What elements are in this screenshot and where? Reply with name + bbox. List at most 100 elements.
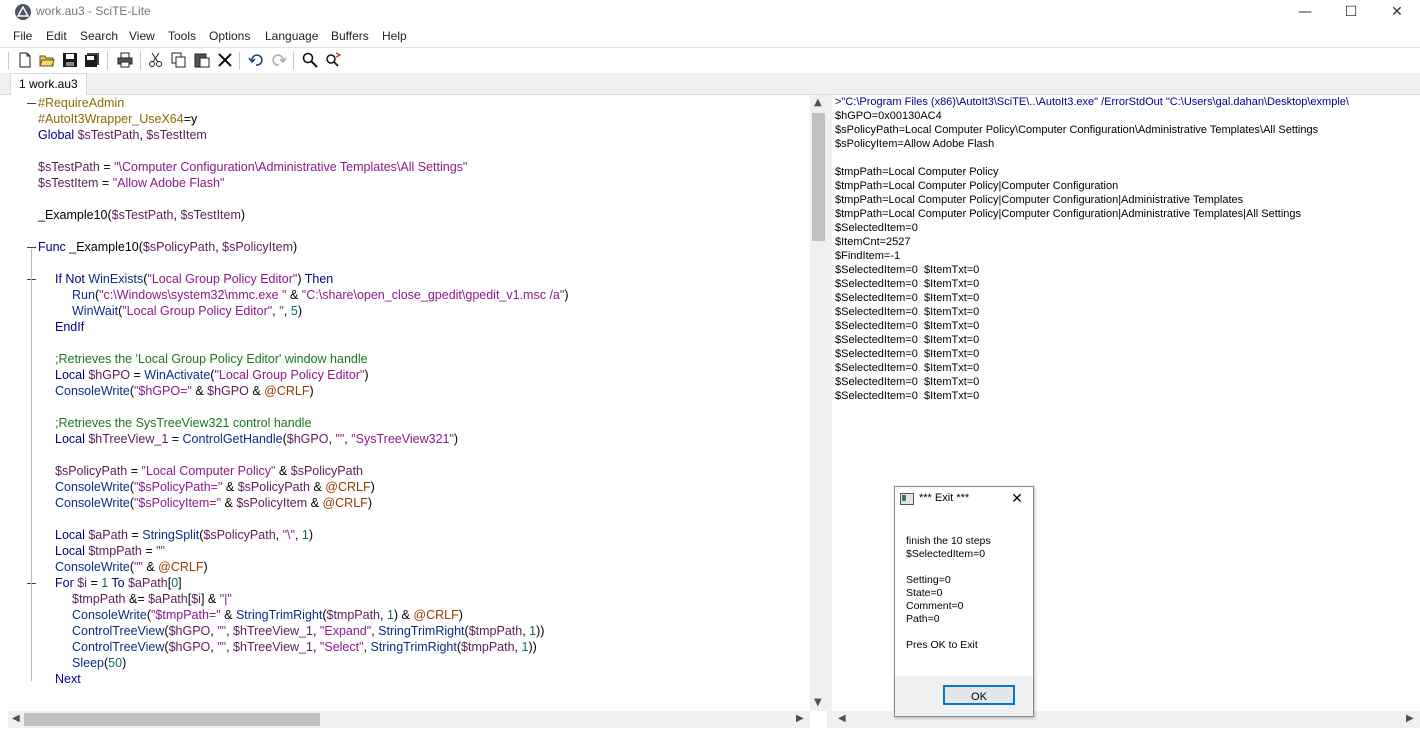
code-token: $sTestItem bbox=[38, 176, 99, 190]
code-line[interactable]: #RequireAdmin bbox=[38, 95, 124, 111]
scroll-up-icon[interactable]: ▲ bbox=[814, 97, 822, 108]
editor-vertical-scrollbar[interactable]: ▲ ▼ bbox=[810, 95, 827, 711]
code-line[interactable]: Local $tmpPath = "" bbox=[55, 543, 165, 559]
code-line[interactable]: For $i = 1 To $aPath[0] bbox=[55, 575, 182, 591]
code-line[interactable]: EndIf bbox=[55, 319, 84, 335]
code-line[interactable]: ConsoleWrite("$sPolicyItem=" & $sPolicyI… bbox=[55, 495, 372, 511]
print-icon[interactable] bbox=[115, 50, 135, 70]
code-line[interactable]: Func _Example10($sPolicyPath, $sPolicyIt… bbox=[38, 239, 297, 255]
code-line[interactable]: Local $hTreeView_1 = ControlGetHandle($h… bbox=[55, 431, 458, 447]
code-token: ControlTreeView bbox=[72, 640, 165, 654]
replace-icon[interactable] bbox=[323, 50, 343, 70]
menu-buffers[interactable]: Buffers bbox=[331, 29, 369, 43]
code-line[interactable]: If Not WinExists("Local Group Policy Edi… bbox=[55, 271, 333, 287]
code-line[interactable]: ConsoleWrite("$sPolicyPath=" & $sPolicyP… bbox=[55, 479, 375, 495]
editor-vertical-scroll-thumb[interactable] bbox=[812, 113, 825, 241]
code-token: = bbox=[99, 160, 115, 174]
save-all-icon[interactable] bbox=[82, 50, 102, 70]
code-line[interactable]: Local $hGPO = WinActivate("Local Group P… bbox=[55, 367, 369, 383]
code-line[interactable]: $tmpPath &= $aPath[$i] & "|" bbox=[72, 591, 232, 607]
code-token: = bbox=[130, 368, 145, 382]
output-line: $ItemCnt=2527 bbox=[835, 236, 911, 248]
copy-icon[interactable] bbox=[169, 50, 189, 70]
code-token: = bbox=[98, 176, 113, 190]
paste-icon[interactable] bbox=[192, 50, 212, 70]
menu-edit[interactable]: Edit bbox=[46, 29, 67, 43]
delete-icon[interactable] bbox=[215, 50, 235, 70]
scroll-right-icon[interactable]: ▶ bbox=[796, 713, 804, 724]
code-line[interactable]: ;Retrieves the 'Local Group Policy Edito… bbox=[55, 351, 368, 367]
save-icon[interactable] bbox=[60, 50, 80, 70]
code-token: 1 bbox=[301, 528, 309, 542]
fold-collapse-icon[interactable] bbox=[27, 247, 36, 248]
code-line[interactable]: ConsoleWrite("$hGPO=" & $hGPO & @CRLF) bbox=[55, 383, 314, 399]
dialog-text-line: Setting=0 bbox=[906, 574, 951, 586]
code-line[interactable]: $sPolicyPath = "Local Computer Policy" &… bbox=[55, 463, 363, 479]
maximize-button[interactable]: ☐ bbox=[1328, 0, 1374, 24]
code-token: , bbox=[226, 640, 234, 654]
code-line[interactable]: ControlTreeView($hGPO, "", $hTreeView_1,… bbox=[72, 623, 544, 639]
code-token: $aPath bbox=[88, 528, 128, 542]
scroll-down-icon[interactable]: ▼ bbox=[814, 697, 822, 708]
code-editor[interactable]: #RequireAdmin #AutoIt3Wrapper_UseX64=y Glo… bbox=[8, 95, 810, 711]
code-line[interactable]: _Example10($sTestPath, $sTestItem) bbox=[38, 207, 245, 223]
scroll-left-icon[interactable]: ◀ bbox=[12, 713, 20, 724]
menu-language[interactable]: Language bbox=[265, 29, 318, 43]
code-token: & bbox=[307, 496, 323, 510]
undo-icon[interactable] bbox=[246, 50, 266, 70]
code-line[interactable]: ;Retrieves the SysTreeView321 control ha… bbox=[55, 415, 311, 431]
editor-horizontal-scrollbar[interactable]: ◀ ▶ bbox=[8, 711, 810, 728]
code-token: )) bbox=[536, 624, 545, 638]
code-line[interactable]: $sTestItem = "Allow Adobe Flash" bbox=[38, 175, 224, 191]
menu-search[interactable]: Search bbox=[80, 29, 118, 43]
code-line[interactable]: ControlTreeView($hGPO, "", $hTreeView_1,… bbox=[72, 639, 537, 655]
toolbar-separator bbox=[8, 52, 9, 70]
menu-view[interactable]: View bbox=[129, 29, 155, 43]
code-token: StringTrimRight bbox=[235, 608, 323, 622]
scroll-left-icon[interactable]: ◀ bbox=[838, 713, 846, 724]
code-token: To bbox=[108, 576, 129, 590]
close-button[interactable]: ✕ bbox=[1374, 0, 1420, 24]
output-line: $SelectedItem=0 bbox=[835, 222, 918, 234]
code-line[interactable]: #AutoIt3Wrapper_UseX64=y bbox=[38, 111, 197, 127]
code-token: StringSplit bbox=[142, 528, 200, 542]
scite-app-icon[interactable] bbox=[15, 4, 31, 20]
code-line[interactable]: Run("c:\Windows\system32\mmc.exe " & "C:… bbox=[72, 287, 568, 303]
code-line[interactable]: $sTestPath = "\Computer Configuration\Ad… bbox=[38, 159, 467, 175]
find-icon[interactable] bbox=[300, 50, 320, 70]
menu-help[interactable]: Help bbox=[382, 29, 407, 43]
code-line[interactable]: WinWait("Local Group Policy Editor", '',… bbox=[72, 303, 302, 319]
menu-file[interactable]: File bbox=[13, 29, 32, 43]
code-line[interactable]: ConsoleWrite("" & @CRLF) bbox=[55, 559, 208, 575]
ok-button[interactable]: OK bbox=[943, 685, 1015, 705]
open-icon[interactable] bbox=[37, 50, 57, 70]
code-token: "Local Computer Policy" bbox=[141, 464, 276, 478]
editor-horizontal-scroll-thumb[interactable] bbox=[24, 713, 320, 726]
output-line: >"C:\Program Files (x86)\AutoIt3\SciTE\.… bbox=[835, 96, 1349, 108]
redo-icon[interactable] bbox=[269, 50, 289, 70]
code-line[interactable]: Sleep(50) bbox=[72, 655, 126, 671]
menu-tools[interactable]: Tools bbox=[168, 29, 196, 43]
code-line[interactable]: Global $sTestPath, $sTestItem bbox=[38, 127, 207, 143]
new-icon[interactable] bbox=[15, 50, 35, 70]
fold-collapse-icon[interactable] bbox=[27, 103, 36, 104]
code-token: "Local Group Policy Editor" bbox=[147, 272, 298, 286]
minimize-button[interactable]: — bbox=[1282, 0, 1328, 24]
tab-work-au3[interactable]: 1 work.au3 bbox=[10, 73, 87, 95]
code-token: $sPolicyPath bbox=[237, 480, 310, 494]
code-line[interactable]: Next bbox=[55, 671, 81, 687]
code-token: Local bbox=[55, 432, 89, 446]
code-token: , bbox=[312, 640, 320, 654]
code-token: =y bbox=[183, 112, 198, 126]
dialog-close-button[interactable]: ✕ bbox=[1008, 490, 1026, 508]
code-line[interactable]: ConsoleWrite("$tmpPath=" & StringTrimRig… bbox=[72, 607, 463, 623]
code-token: $sPolicyItem bbox=[236, 496, 308, 510]
cut-icon[interactable] bbox=[146, 50, 166, 70]
code-token: ) bbox=[203, 560, 208, 574]
scroll-right-icon[interactable]: ▶ bbox=[1406, 713, 1414, 724]
code-line[interactable]: Local $aPath = StringSplit($sPolicyPath,… bbox=[55, 527, 313, 543]
code-token: $hTreeView_1 bbox=[88, 432, 169, 446]
code-token: @CRLF bbox=[264, 384, 310, 398]
code-token: ;Retrieves the 'Local Group Policy Edito… bbox=[55, 352, 368, 366]
menu-options[interactable]: Options bbox=[209, 29, 250, 43]
